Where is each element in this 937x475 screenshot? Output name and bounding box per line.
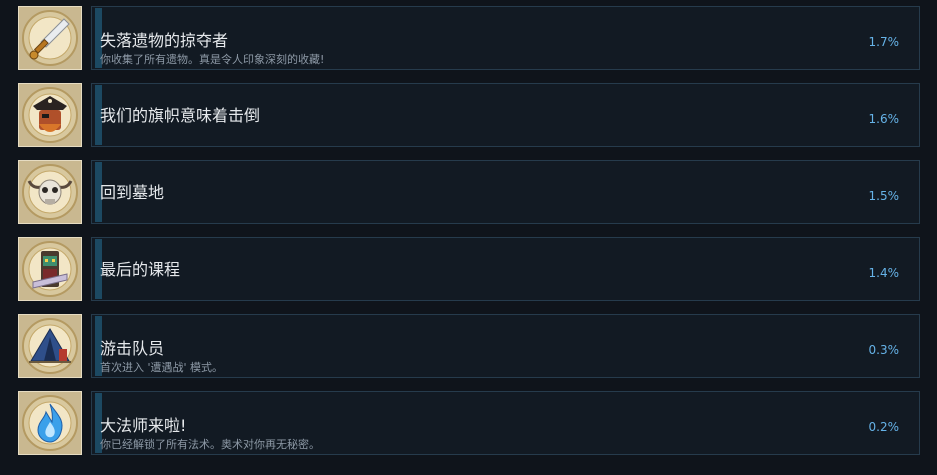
achievement-title: 游击队员 xyxy=(100,339,165,358)
achievement-panel: 最后的课程 1.4% xyxy=(91,237,920,301)
achievement-icon-frame xyxy=(18,391,82,455)
achievement-percent: 0.2% xyxy=(868,420,900,434)
blue-flame-icon xyxy=(22,395,78,451)
achievement-panel: 游击队员 首次进入 '遭遇战' 模式。 0.3% xyxy=(91,314,920,378)
achievement-row[interactable]: 回到墓地 1.5% xyxy=(0,160,937,226)
achievement-title: 最后的课程 xyxy=(100,260,181,279)
achievement-icon-frame xyxy=(18,6,82,70)
achievement-percent: 0.3% xyxy=(868,343,900,357)
achievement-icon-frame xyxy=(18,237,82,301)
achievement-title: 大法师来啦! xyxy=(100,416,187,435)
achievement-row[interactable]: 失落遗物的掠夺者 你收集了所有遗物。真是令人印象深刻的收藏! 1.7% xyxy=(0,6,937,72)
achievement-panel: 我们的旗帜意味着击倒 1.6% xyxy=(91,83,920,147)
horned-skull-icon xyxy=(22,164,78,220)
achievement-percent: 1.7% xyxy=(868,35,900,49)
achievement-title: 我们的旗帜意味着击倒 xyxy=(100,106,261,125)
achievement-description: 你收集了所有遗物。真是令人印象深刻的收藏! xyxy=(100,53,325,66)
achievement-panel: 失落遗物的掠夺者 你收集了所有遗物。真是令人印象深刻的收藏! 1.7% xyxy=(91,6,920,70)
achievement-row[interactable]: 大法师来啦! 你已经解锁了所有法术。奥术对你再无秘密。 0.2% xyxy=(0,391,937,457)
achievement-row[interactable]: 游击队员 首次进入 '遭遇战' 模式。 0.3% xyxy=(0,314,937,380)
achievement-panel: 大法师来啦! 你已经解锁了所有法术。奥术对你再无秘密。 0.2% xyxy=(91,391,920,455)
achievement-list: 失落遗物的掠夺者 你收集了所有遗物。真是令人印象深刻的收藏! 1.7% 我们的旗… xyxy=(0,0,937,475)
achievement-percent: 1.5% xyxy=(868,189,900,203)
achievement-description: 你已经解锁了所有法术。奥术对你再无秘密。 xyxy=(100,438,320,451)
tent-icon xyxy=(22,318,78,374)
achievement-icon-frame xyxy=(18,160,82,224)
achievement-description: 首次进入 '遭遇战' 模式。 xyxy=(100,361,224,374)
achievement-icon-frame xyxy=(18,83,82,147)
achievement-panel: 回到墓地 1.5% xyxy=(91,160,920,224)
achievement-title: 失落遗物的掠夺者 xyxy=(100,31,229,50)
achievement-title: 回到墓地 xyxy=(100,183,165,202)
achievement-percent: 1.6% xyxy=(868,112,900,126)
achievement-row[interactable]: 最后的课程 1.4% xyxy=(0,237,937,303)
achievement-row[interactable]: 我们的旗帜意味着击倒 1.6% xyxy=(0,83,937,149)
achievement-percent: 1.4% xyxy=(868,266,900,280)
pirate-captain-icon xyxy=(22,87,78,143)
totem-mask-icon xyxy=(22,241,78,297)
dagger-icon xyxy=(22,10,78,66)
achievement-icon-frame xyxy=(18,314,82,378)
